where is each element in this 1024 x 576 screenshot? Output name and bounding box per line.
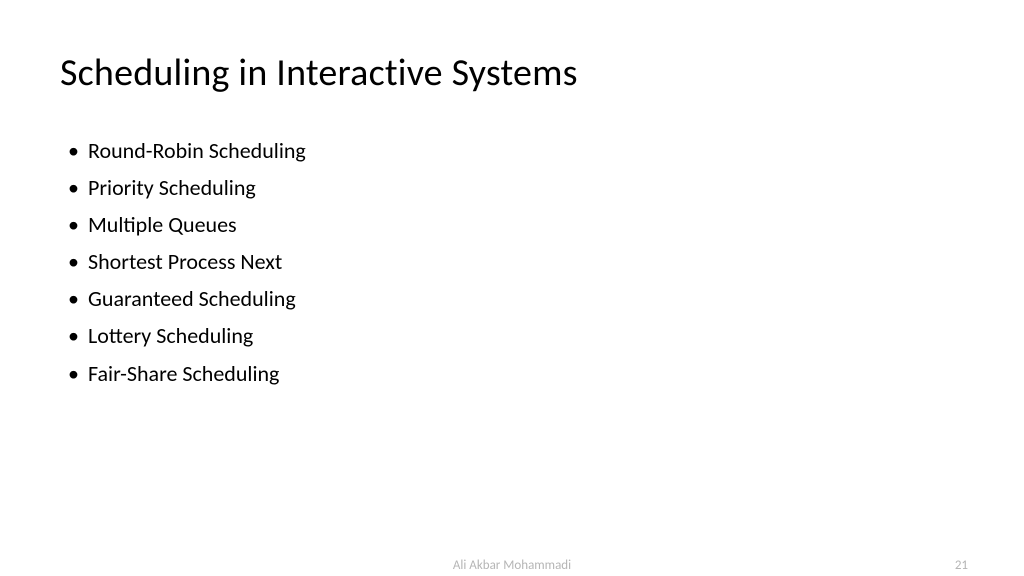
bullet-list: Round-Robin Scheduling Priority Scheduli… [60, 134, 964, 391]
footer-page-number: 21 [955, 558, 968, 573]
slide-title: Scheduling in Interactive Systems [60, 50, 964, 96]
list-item: Shortest Process Next [68, 245, 964, 279]
slide: Scheduling in Interactive Systems Round-… [0, 0, 1024, 576]
footer-author: Ali Akbar Mohammadi [453, 558, 571, 573]
list-item: Lottery Scheduling [68, 319, 964, 353]
list-item: Multiple Queues [68, 208, 964, 242]
list-item: Priority Scheduling [68, 171, 964, 205]
list-item: Guaranteed Scheduling [68, 282, 964, 316]
list-item: Fair-Share Scheduling [68, 357, 964, 391]
list-item: Round-Robin Scheduling [68, 134, 964, 168]
